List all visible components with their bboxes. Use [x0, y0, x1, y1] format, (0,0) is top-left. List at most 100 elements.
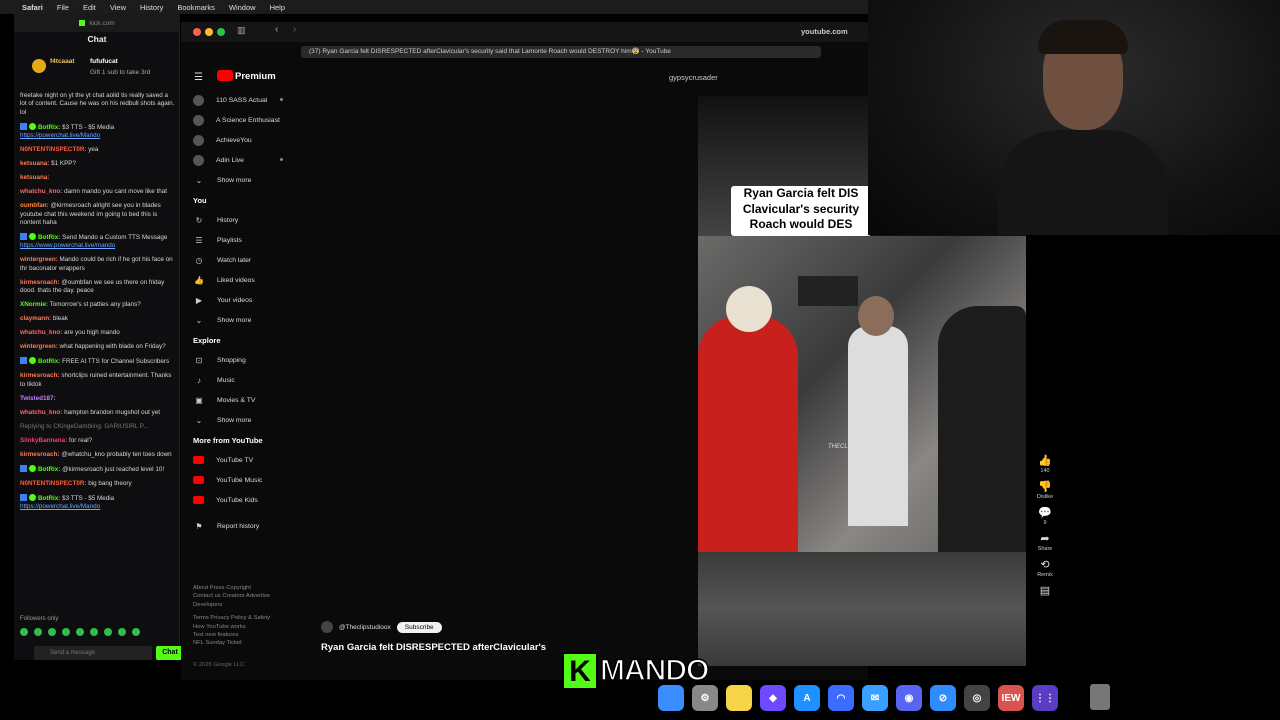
chat-username[interactable]: Twisted187: [20, 395, 56, 402]
chat-url-bar[interactable]: kick.com [14, 14, 180, 32]
emote-icon[interactable] [90, 628, 98, 636]
youtube-logo-text[interactable]: Premium [235, 71, 276, 82]
trash-icon[interactable] [1090, 684, 1110, 710]
menu-file[interactable]: File [57, 3, 69, 12]
emote-icon[interactable] [48, 628, 56, 636]
sidebar-item[interactable]: ☰ Playlists [181, 230, 299, 250]
shorts-action[interactable]: 💬 9 [1031, 506, 1059, 526]
sidebar-toggle-icon[interactable]: ▥ [237, 25, 246, 36]
menu-edit[interactable]: Edit [83, 3, 96, 12]
arc-icon[interactable]: ◠ [828, 685, 854, 711]
sidebar-section-you[interactable]: You [181, 190, 299, 210]
youtube-logo-icon[interactable] [217, 70, 233, 81]
chat-username[interactable]: BotRix: [38, 466, 60, 473]
footer-link[interactable]: Developers [193, 601, 301, 609]
sidebar-item[interactable]: ⌄ Show more [181, 170, 299, 190]
chat-username[interactable]: wintergreen: [20, 256, 58, 263]
chat-username[interactable]: whatchu_kno: [20, 409, 62, 416]
emote-icon[interactable] [104, 628, 112, 636]
subscribe-button[interactable]: Subscribe [396, 621, 442, 633]
menu-view[interactable]: View [110, 3, 126, 12]
menu-window[interactable]: Window [229, 3, 256, 12]
address-bar[interactable]: youtube.com [801, 27, 848, 36]
minimize-window-icon[interactable] [205, 28, 213, 36]
menu-help[interactable]: Help [270, 3, 285, 12]
chat-username[interactable]: whatchu_kno: [20, 329, 62, 336]
chat-username[interactable]: kirmesroach: [20, 372, 60, 379]
sidebar-item[interactable]: ▶ Your videos [181, 290, 299, 310]
chat-username[interactable]: BotRix: [38, 495, 60, 502]
chat-input[interactable]: Send a message [34, 646, 152, 660]
forward-icon[interactable]: › [293, 24, 296, 35]
footer-link[interactable]: Test new features [193, 631, 301, 639]
chat-username[interactable]: whatchu_kno: [20, 188, 62, 195]
hamburger-menu-icon[interactable]: ☰ [194, 72, 203, 83]
sidebar-subscription[interactable]: Adin Live [181, 150, 299, 170]
chat-username[interactable]: SlinkyBannana: [20, 437, 67, 444]
chat-username[interactable]: N0NTENTINSPECT0R: [20, 146, 86, 153]
gift-leaderboard[interactable]: f4tcaaat fufufucat Gift 1 sub to take 3r… [32, 56, 182, 90]
appstore-icon[interactable]: A [794, 685, 820, 711]
zoom-window-icon[interactable] [217, 28, 225, 36]
channel-handle[interactable]: @Theclipstudioox [339, 624, 391, 631]
sidebar-item[interactable]: ♪ Music [181, 370, 299, 390]
emote-icon[interactable] [62, 628, 70, 636]
sidebar-item[interactable]: ▣ Movies & TV [181, 390, 299, 410]
menu-app-name[interactable]: Safari [22, 3, 43, 12]
launchpad-icon[interactable]: ⋮⋮ [1032, 685, 1058, 711]
chat-username[interactable]: ketsuana: [20, 174, 49, 181]
sidebar-subscription[interactable]: 110 SASS Actual [181, 90, 299, 110]
footer-link[interactable]: How YouTube works [193, 623, 301, 631]
chat-username[interactable]: claymann: [20, 315, 51, 322]
sidebar-item[interactable]: YouTube Music [181, 470, 299, 490]
chat-username[interactable]: oumbfan: [20, 202, 49, 209]
sidebar-item[interactable]: ⚑ Report history [181, 516, 299, 536]
emote-icon[interactable] [132, 628, 140, 636]
sidebar-subscription[interactable]: A Science Enthusiast [181, 110, 299, 130]
chat-username[interactable]: ketsuana: [20, 160, 49, 167]
emote-icon[interactable] [118, 628, 126, 636]
emote-icon[interactable] [76, 628, 84, 636]
proton-icon[interactable]: ◆ [760, 685, 786, 711]
shorts-action[interactable]: 👍 140 [1031, 454, 1059, 474]
settings-icon[interactable]: ⚙ [692, 685, 718, 711]
chat-username[interactable]: wintergreen: [20, 343, 58, 350]
chat-send-button[interactable]: Chat [156, 646, 184, 660]
shorts-title[interactable]: Ryan Garcia felt DISRESPECTED afterClavi… [321, 642, 546, 653]
chat-link[interactable]: https://powerchat.live/Mando [20, 132, 100, 139]
chat-username[interactable]: BotRix: [38, 358, 60, 365]
mail-icon[interactable]: ✉ [862, 685, 888, 711]
sidebar-subscription[interactable]: AchieveYou [181, 130, 299, 150]
notes-icon[interactable] [726, 685, 752, 711]
shorts-channel-name[interactable]: gypsycrusader [669, 73, 718, 82]
browser-tab[interactable]: (37) Ryan Garcia felt DISRESPECTED after… [301, 46, 821, 58]
chrome-icon[interactable]: ◎ [964, 685, 990, 711]
chat-username[interactable]: kirmesroach: [20, 451, 60, 458]
safari-icon[interactable]: ⊘ [930, 685, 956, 711]
chat-username[interactable]: N0NTENTINSPECT0R: [20, 480, 86, 487]
sidebar-item[interactable]: ↻ History [181, 210, 299, 230]
channel-avatar[interactable] [321, 621, 333, 633]
sidebar-item[interactable]: ⊡ Shopping [181, 350, 299, 370]
chat-username[interactable]: XNormie: [20, 301, 48, 308]
discord-icon[interactable]: ◉ [896, 685, 922, 711]
emote-bar[interactable] [20, 628, 176, 638]
sidebar-item[interactable]: ⌄ Show more [181, 410, 299, 430]
menu-history[interactable]: History [140, 3, 163, 12]
chat-username[interactable]: BotRix: [38, 124, 60, 131]
shorts-action[interactable]: 👎 Dislike [1031, 480, 1059, 500]
footer-link[interactable]: Terms Privacy Policy & Safety [193, 614, 301, 622]
shorts-action[interactable]: ➦ Share [1031, 532, 1059, 552]
chat-username[interactable]: BotRix: [38, 234, 60, 241]
close-window-icon[interactable] [193, 28, 201, 36]
sidebar-item[interactable]: YouTube TV [181, 450, 299, 470]
sidebar-item[interactable]: 👍 Liked videos [181, 270, 299, 290]
footer-link[interactable]: Contact us Creators Advertise [193, 592, 301, 600]
finder-icon[interactable] [658, 685, 684, 711]
emote-icon[interactable] [34, 628, 42, 636]
footer-link[interactable]: NFL Sunday Ticket [193, 639, 301, 647]
chat-username[interactable]: kirmesroach: [20, 279, 60, 286]
chat-link[interactable]: https://www.powerchat.live/mando [20, 242, 115, 249]
sidebar-item[interactable]: ◷ Watch later [181, 250, 299, 270]
back-icon[interactable]: ‹ [275, 24, 278, 35]
